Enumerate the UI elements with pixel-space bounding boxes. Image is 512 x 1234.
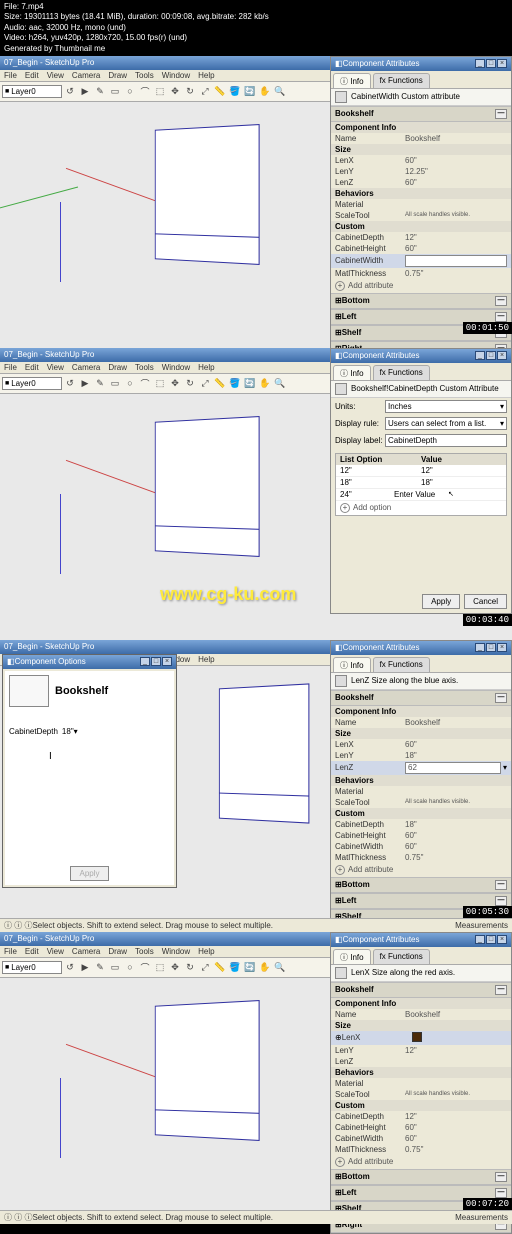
component-name: Bookshelf (55, 685, 108, 697)
row-cabinetwidth[interactable]: CabinetWidth (331, 254, 511, 268)
component-attributes-panel: ◧ Component Attributes_□× ⓘ Infofx Funct… (330, 640, 512, 942)
units-select[interactable]: Inches▾ (385, 400, 507, 413)
pan-icon[interactable]: ✋ (258, 84, 272, 98)
rect-icon[interactable]: ▭ (108, 84, 122, 98)
push-icon[interactable]: ⬚ (153, 84, 167, 98)
orbit-icon[interactable]: 🔄 (243, 84, 257, 98)
move-icon[interactable]: ✥ (168, 84, 182, 98)
group-custom: Custom (331, 221, 511, 232)
plus-icon: + (335, 281, 345, 291)
bookshelf-model[interactable] (155, 124, 260, 265)
display-label-input[interactable]: CabinetDepth (385, 434, 507, 447)
maximize-icon[interactable]: □ (486, 59, 496, 68)
apply-button: Apply (70, 866, 108, 881)
section-bookshelf[interactable]: Bookshelf— (331, 106, 511, 122)
tab-info[interactable]: ⓘ Info (333, 365, 371, 380)
status-bar: ⓘ ⓘ ⓘ Select objects. Shift to extend se… (0, 918, 512, 932)
apply-button[interactable]: Apply (422, 594, 460, 609)
cube-icon (335, 91, 347, 103)
cancel-button[interactable]: Cancel (464, 594, 507, 609)
tape-icon[interactable]: 📏 (213, 84, 227, 98)
timestamp: 00:05:30 (463, 906, 512, 918)
menu-draw[interactable]: Draw (108, 71, 127, 80)
cabinetwidth-input[interactable] (405, 255, 507, 267)
bookshelf-model[interactable] (219, 683, 309, 823)
circle-icon[interactable]: ○ (123, 84, 137, 98)
layer-dropdown[interactable]: ■ Layer0 (2, 85, 62, 98)
tool-1[interactable]: ↺ (63, 84, 77, 98)
thumbnail-3: 07_Begin - SketchUp Pro_□× FileEditViewC… (0, 640, 512, 932)
zoom-icon[interactable]: 🔍 (273, 84, 287, 98)
group-component-info: Component Info (331, 122, 511, 133)
row-lenz[interactable]: LenZ62▾ (331, 761, 511, 775)
options-table-header: List OptionValue (336, 454, 506, 465)
table-row[interactable]: 18"18" (336, 477, 506, 489)
thumbnail-2: 07_Begin - SketchUp Pro_□× FileEditViewC… (0, 348, 512, 640)
pencil-icon[interactable]: ✎ (93, 84, 107, 98)
section-bottom[interactable]: ⊞ Bottom— (331, 293, 511, 309)
row-lenx[interactable]: ⊕ LenX (331, 1031, 511, 1045)
menu-edit[interactable]: Edit (25, 71, 39, 80)
add-option[interactable]: +Add option (336, 501, 506, 515)
menu-tools[interactable]: Tools (135, 71, 154, 80)
paint-icon[interactable]: 🪣 (228, 84, 242, 98)
menu-window[interactable]: Window (162, 71, 190, 80)
thumbnail-4: 07_Begin - SketchUp Pro_□× FileEditViewC… (0, 932, 512, 1224)
menu-help[interactable]: Help (198, 71, 214, 80)
arc-icon[interactable]: ⌒ (138, 84, 152, 98)
add-attribute[interactable]: +Add attribute (331, 279, 511, 293)
bookshelf-model[interactable] (155, 416, 260, 557)
cursor-icon: I (49, 751, 52, 762)
component-options-panel: ◧ Component Options_□× Bookshelf Cabinet… (2, 654, 177, 888)
thumbnail-icon (9, 675, 49, 707)
timestamp: 00:03:40 (463, 614, 512, 626)
tab-functions[interactable]: fx Functions (373, 73, 430, 88)
close-icon[interactable]: × (497, 59, 507, 68)
material-swatch (412, 1032, 422, 1042)
component-attributes-panel: ◧ Component Attributes_□× ⓘ Infofx Funct… (330, 56, 512, 358)
component-attributes-panel: ◧ Component Attributes_□× ⓘ Infofx Funct… (330, 348, 512, 614)
breadcrumb: CabinetWidth Custom attribute (331, 89, 511, 106)
layer-dropdown[interactable]: ■ Layer0 (2, 961, 62, 974)
group-size: Size (331, 144, 511, 155)
panel-titlebar[interactable]: ◧ Component Attributes_□× (331, 57, 511, 71)
table-row[interactable]: 12"12" (336, 465, 506, 477)
display-rule-select[interactable]: Users can select from a list.▾ (385, 417, 507, 430)
axis-blue (60, 202, 61, 282)
timestamp: 00:01:50 (463, 322, 512, 334)
group-behaviors: Behaviors (331, 188, 511, 199)
table-row[interactable]: 24"Enter Value ↖ (336, 489, 506, 501)
layer-dropdown[interactable]: ■ Layer0 (2, 377, 62, 390)
menu-camera[interactable]: Camera (72, 71, 100, 80)
rotate-icon[interactable]: ↻ (183, 84, 197, 98)
tab-info[interactable]: ⓘ Info (333, 73, 371, 88)
tab-functions[interactable]: fx Functions (373, 365, 430, 380)
bookshelf-model[interactable] (155, 1000, 260, 1141)
select-icon[interactable]: ▶ (78, 84, 92, 98)
minimize-icon[interactable]: _ (475, 59, 485, 68)
cabinetdepth-select[interactable]: 18"▾ (62, 727, 170, 736)
component-attributes-panel: ◧ Component Attributes_□× ⓘ Infofx Funct… (330, 932, 512, 1234)
axis-green (0, 186, 78, 218)
scale-icon[interactable]: ⤢ (198, 84, 212, 98)
timestamp: 00:07:20 (463, 1198, 512, 1210)
collapse-icon[interactable]: — (495, 109, 507, 119)
watermark: www.cg-ku.com (160, 584, 296, 605)
menu-file[interactable]: File (4, 71, 17, 80)
thumbnail-1: 07_Begin - SketchUp Pro _□× File Edit Vi… (0, 56, 512, 348)
video-info: File: 7.mp4 Size: 19301113 bytes (18.41 … (0, 0, 512, 56)
menu-view[interactable]: View (47, 71, 64, 80)
lenz-input[interactable]: 62 (405, 762, 501, 774)
status-bar: ⓘ ⓘ ⓘ Select objects. Shift to extend se… (0, 1210, 512, 1224)
